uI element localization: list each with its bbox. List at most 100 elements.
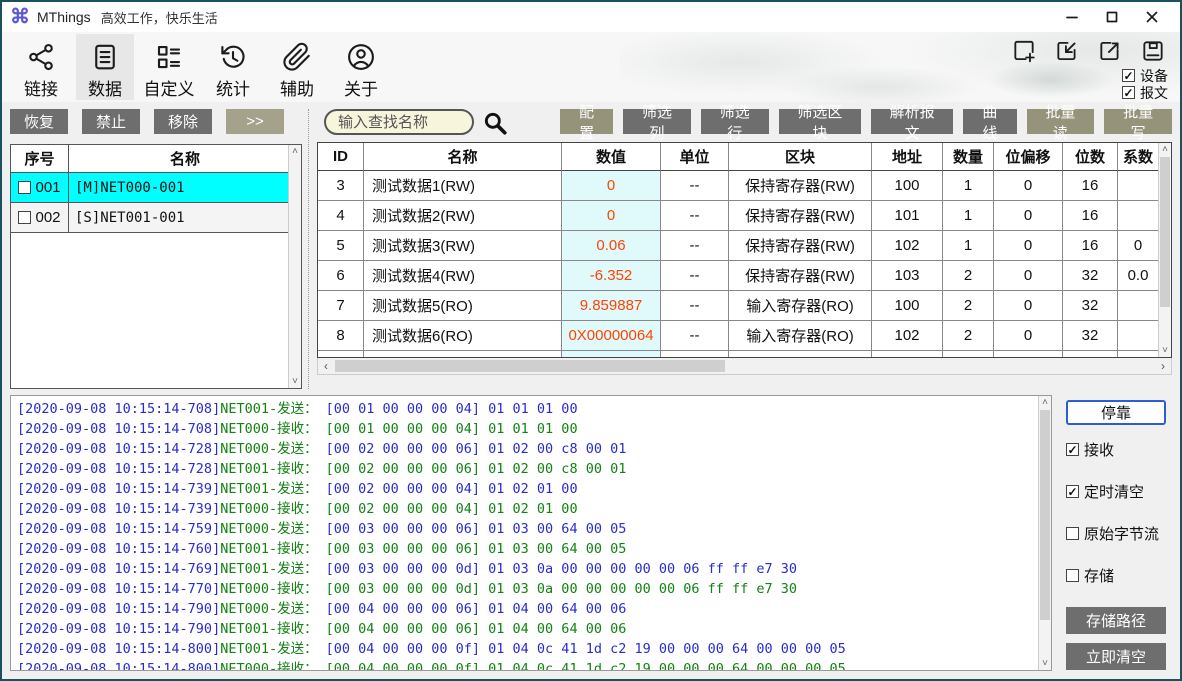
close-button[interactable]: [1132, 3, 1172, 31]
column-header[interactable]: 数量: [943, 143, 994, 171]
data-action-button[interactable]: 筛选行: [701, 109, 769, 134]
log-bytes: [00 02 00 00 00 04] 01 02 01 00: [326, 481, 578, 497]
device-table-scrollbar[interactable]: ˄ ˅: [288, 145, 301, 388]
app-title: MThings: [37, 9, 91, 25]
tab-link[interactable]: 链接: [12, 34, 70, 100]
panel-splitter[interactable]: [302, 109, 317, 389]
scroll-up-icon[interactable]: ˄: [1159, 143, 1171, 156]
column-header[interactable]: 位数: [1063, 143, 1118, 171]
log-viewer[interactable]: [2020-09-08 10:15:14-708]NET001-发送：[00 0…: [10, 395, 1052, 671]
device-num-cell: 002: [11, 203, 69, 232]
toolbar-checkbox[interactable]: 报文: [1122, 84, 1168, 101]
new-window-button[interactable]: [1009, 36, 1039, 66]
tab-about[interactable]: 关于: [332, 34, 390, 100]
device-action-button[interactable]: >>: [226, 109, 284, 134]
device-row[interactable]: 002 [S]NET001-001: [11, 203, 301, 233]
cell-value[interactable]: 9.859887: [562, 291, 661, 321]
table-row-partial[interactable]: 9 测试数据7(RO) 输入寄存器(RO) 104 2 0 1: [318, 351, 1158, 358]
cell-name: 测试数据4(RW): [364, 261, 562, 291]
import-button[interactable]: [1052, 36, 1082, 66]
data-action-button[interactable]: 曲线: [963, 109, 1016, 134]
data-action-button[interactable]: 批量读: [1027, 109, 1095, 134]
data-action-button[interactable]: 批量写: [1104, 109, 1172, 134]
device-button-row: 恢复 禁止 移除 >>: [10, 109, 302, 134]
scroll-right-icon[interactable]: ›: [1155, 358, 1171, 374]
cell-value[interactable]: 0X00000064: [562, 321, 661, 351]
export-button[interactable]: [1095, 36, 1125, 66]
device-action-button[interactable]: 恢复: [10, 109, 68, 134]
table-row[interactable]: 4 测试数据2(RW) 0 -- 保持寄存器(RW) 101 1 0 16: [318, 201, 1158, 231]
device-row[interactable]: 001 [M]NET000-001: [11, 173, 301, 203]
scroll-up-icon[interactable]: ˄: [1039, 396, 1051, 409]
search-input[interactable]: [324, 109, 474, 135]
tab-data[interactable]: 数据: [76, 34, 134, 100]
log-vscrollbar[interactable]: ˄ ˅: [1038, 396, 1051, 670]
data-action-button[interactable]: 解析报文: [871, 109, 953, 134]
column-header[interactable]: 区块: [729, 143, 872, 171]
data-table-vscrollbar[interactable]: ˄ ˅: [1158, 143, 1171, 357]
column-header[interactable]: 名称: [69, 145, 301, 172]
cell-value[interactable]: 0: [562, 171, 661, 201]
column-header[interactable]: 名称: [364, 143, 562, 171]
log-bytes: [00 02 00 00 00 04] 01 02 01 00: [326, 501, 578, 517]
table-row[interactable]: 5 测试数据3(RW) 0.06 -- 保持寄存器(RW) 102 1 0 16…: [318, 231, 1158, 261]
data-action-button[interactable]: 筛选列: [623, 109, 691, 134]
minimize-button[interactable]: [1052, 3, 1092, 31]
scroll-up-icon[interactable]: ˄: [289, 145, 301, 158]
table-row[interactable]: 8 测试数据6(RO) 0X00000064 -- 输入寄存器(RO) 102 …: [318, 321, 1158, 351]
cell-value[interactable]: 0.06: [562, 231, 661, 261]
data-action-button[interactable]: 筛选区块: [779, 109, 861, 134]
cell-bits: 16: [1063, 201, 1118, 231]
log-checkbox-list: 接收 定时清空 原始字节流 存储: [1060, 439, 1172, 607]
maximize-button[interactable]: [1092, 3, 1132, 31]
column-header[interactable]: 地址: [872, 143, 943, 171]
tab-custom[interactable]: 自定义: [140, 34, 198, 100]
cell-id: 3: [318, 171, 364, 201]
cell-value[interactable]: 0: [562, 201, 661, 231]
device-action-button[interactable]: 移除: [154, 109, 212, 134]
dock-button[interactable]: 停靠: [1066, 400, 1166, 425]
column-header[interactable]: 位偏移: [994, 143, 1063, 171]
title-bar: ⌘ MThings 高效工作，快乐生活: [2, 2, 1180, 32]
log-option-checkbox[interactable]: 定时清空: [1066, 481, 1172, 502]
device-action-button[interactable]: 禁止: [82, 109, 140, 134]
paperclip-icon: [282, 40, 312, 73]
scrollbar-thumb[interactable]: [335, 360, 725, 372]
row-checkbox[interactable]: [18, 181, 31, 194]
scrollbar-thumb[interactable]: [1160, 157, 1170, 307]
scroll-down-icon[interactable]: ˅: [1039, 657, 1051, 670]
log-option-checkbox[interactable]: 原始字节流: [1066, 523, 1172, 544]
row-checkbox[interactable]: [18, 211, 31, 224]
data-action-button[interactable]: 配置: [560, 109, 613, 134]
log-action-button[interactable]: 立即清空: [1066, 643, 1166, 670]
table-row[interactable]: 6 测试数据4(RW) -6.352 -- 保持寄存器(RW) 103 2 0 …: [318, 261, 1158, 291]
log-option-checkbox[interactable]: 存储: [1066, 565, 1172, 586]
scrollbar-thumb[interactable]: [1040, 410, 1050, 620]
table-row[interactable]: 3 测试数据1(RW) 0 -- 保持寄存器(RW) 100 1 0 16: [318, 171, 1158, 201]
scroll-down-icon[interactable]: ˅: [289, 375, 301, 388]
column-header[interactable]: 数值: [562, 143, 661, 171]
checkbox-icon: [1066, 485, 1079, 498]
table-row[interactable]: 7 测试数据5(RO) 9.859887 -- 输入寄存器(RO) 100 2 …: [318, 291, 1158, 321]
column-header[interactable]: 系数: [1118, 143, 1158, 171]
share-nodes-icon: [26, 40, 56, 73]
checkbox-label: 报文: [1140, 83, 1168, 103]
tab-label: 自定义: [144, 75, 195, 100]
scroll-left-icon[interactable]: ‹: [318, 358, 334, 374]
tab-assist[interactable]: 辅助: [268, 34, 326, 100]
log-channel-label: NET001-发送：: [220, 641, 317, 657]
column-header[interactable]: ID: [318, 143, 364, 171]
cell-value[interactable]: -6.352: [562, 261, 661, 291]
save-button[interactable]: [1138, 36, 1168, 66]
scroll-down-icon[interactable]: ˅: [1159, 344, 1171, 357]
data-table-hscrollbar[interactable]: ‹ ›: [317, 358, 1172, 375]
column-header[interactable]: 单位: [661, 143, 729, 171]
toolbar-checkbox[interactable]: 设备: [1122, 67, 1168, 84]
column-header[interactable]: 序号: [11, 145, 69, 172]
tab-statistics[interactable]: 统计: [204, 34, 262, 100]
cell-unit: --: [661, 171, 729, 201]
log-action-button[interactable]: 存储路径: [1066, 607, 1166, 634]
device-table: 序号 名称 001 [M]NET000-001: [10, 144, 302, 389]
log-option-checkbox[interactable]: 接收: [1066, 439, 1172, 460]
search-icon[interactable]: [482, 110, 508, 136]
